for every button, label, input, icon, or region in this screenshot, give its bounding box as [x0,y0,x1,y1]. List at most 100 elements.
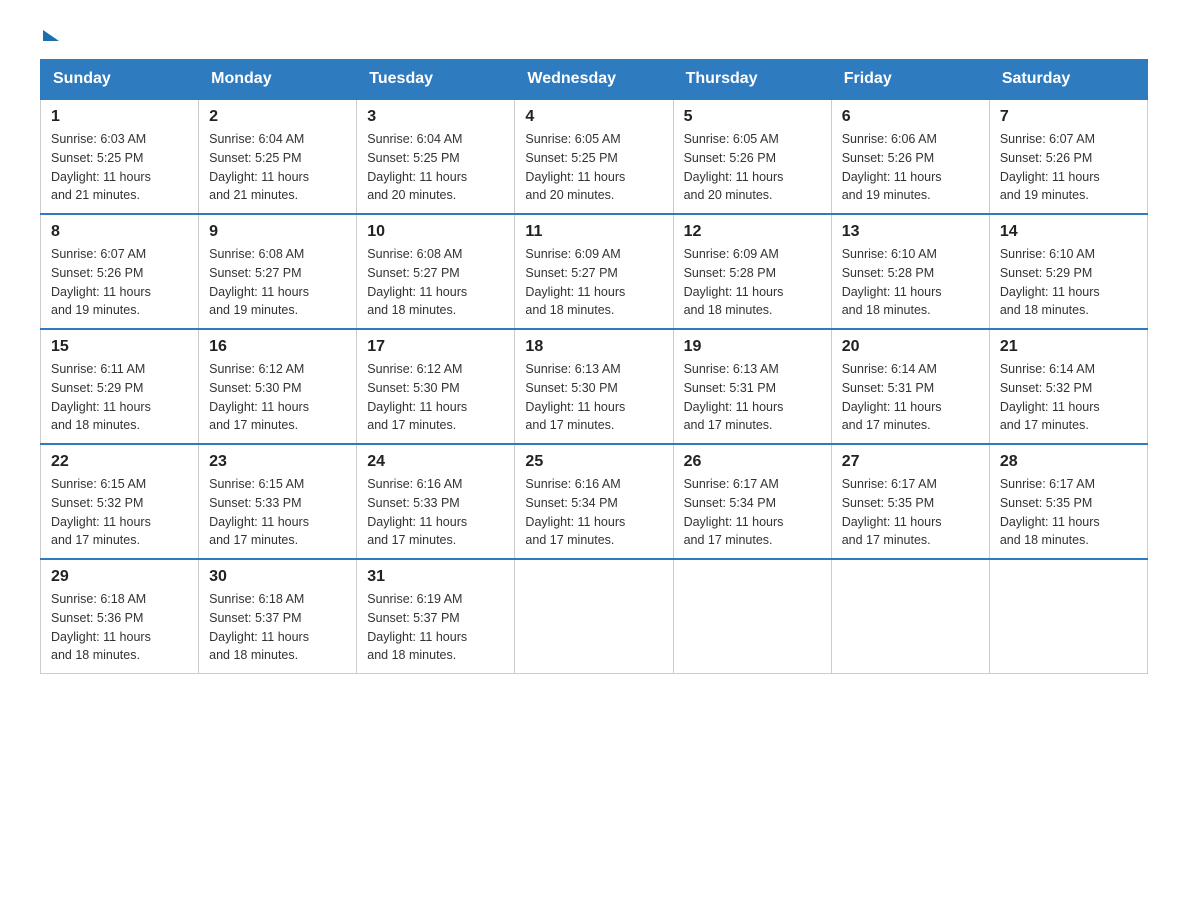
calendar-cell: 3Sunrise: 6:04 AMSunset: 5:25 PMDaylight… [357,99,515,214]
day-number: 2 [209,108,346,126]
day-info: Sunrise: 6:09 AMSunset: 5:28 PMDaylight:… [684,245,821,320]
calendar-cell: 15 Sunrise: 6:11 AMSunset: 5:29 PMDayligh… [41,329,199,444]
day-number: 7 [1000,108,1137,126]
day-info: Sunrise: 6:15 AMSunset: 5:33 PMDaylight:… [209,475,346,550]
day-number: 10 [367,223,504,241]
day-info: Sunrise: 6:17 AMSunset: 5:35 PMDaylight:… [842,475,979,550]
day-info: Sunrise: 6:06 AMSunset: 5:26 PMDaylight:… [842,130,979,205]
day-info: Sunrise: 6:17 AMSunset: 5:35 PMDaylight:… [1000,475,1137,550]
calendar-cell: 5Sunrise: 6:05 AMSunset: 5:26 PMDaylight… [673,99,831,214]
day-number: 16 [209,338,346,356]
day-info: Sunrise: 6:05 AMSunset: 5:26 PMDaylight:… [684,130,821,205]
week-row-5: 29 Sunrise: 6:18 AMSunset: 5:36 PMDayligh… [41,559,1148,674]
calendar-cell: 8Sunrise: 6:07 AMSunset: 5:26 PMDaylight… [41,214,199,329]
day-number: 9 [209,223,346,241]
day-number: 24 [367,453,504,471]
day-number: 3 [367,108,504,126]
day-number: 6 [842,108,979,126]
day-info: Sunrise: 6:19 AMSunset: 5:37 PMDaylight:… [367,590,504,665]
week-row-4: 22 Sunrise: 6:15 AMSunset: 5:32 PMDayligh… [41,444,1148,559]
calendar-cell: 23 Sunrise: 6:15 AMSunset: 5:33 PMDayligh… [199,444,357,559]
day-number: 20 [842,338,979,356]
day-number: 14 [1000,223,1137,241]
calendar-cell [673,559,831,674]
day-info: Sunrise: 6:05 AMSunset: 5:25 PMDaylight:… [525,130,662,205]
calendar-cell: 11 Sunrise: 6:09 AMSunset: 5:27 PMDayligh… [515,214,673,329]
day-number: 27 [842,453,979,471]
day-number: 23 [209,453,346,471]
day-number: 15 [51,338,188,356]
calendar-cell: 19 Sunrise: 6:13 AMSunset: 5:31 PMDayligh… [673,329,831,444]
calendar-cell: 21 Sunrise: 6:14 AMSunset: 5:32 PMDayligh… [989,329,1147,444]
day-info: Sunrise: 6:12 AMSunset: 5:30 PMDaylight:… [209,360,346,435]
day-number: 26 [684,453,821,471]
calendar-table: SundayMondayTuesdayWednesdayThursdayFrid… [40,59,1148,674]
day-info: Sunrise: 6:18 AMSunset: 5:36 PMDaylight:… [51,590,188,665]
calendar-cell: 14 Sunrise: 6:10 AMSunset: 5:29 PMDayligh… [989,214,1147,329]
column-header-wednesday: Wednesday [515,60,673,100]
day-info: Sunrise: 6:13 AMSunset: 5:30 PMDaylight:… [525,360,662,435]
day-number: 29 [51,568,188,586]
calendar-cell: 31 Sunrise: 6:19 AMSunset: 5:37 PMDayligh… [357,559,515,674]
day-number: 30 [209,568,346,586]
calendar-cell: 27 Sunrise: 6:17 AMSunset: 5:35 PMDayligh… [831,444,989,559]
logo [40,30,59,39]
day-number: 28 [1000,453,1137,471]
day-info: Sunrise: 6:10 AMSunset: 5:29 PMDaylight:… [1000,245,1137,320]
calendar-cell: 17Sunrise: 6:12 AMSunset: 5:30 PMDayligh… [357,329,515,444]
day-info: Sunrise: 6:16 AMSunset: 5:33 PMDaylight:… [367,475,504,550]
calendar-cell: 26 Sunrise: 6:17 AMSunset: 5:34 PMDayligh… [673,444,831,559]
calendar-cell: 30 Sunrise: 6:18 AMSunset: 5:37 PMDayligh… [199,559,357,674]
calendar-cell [831,559,989,674]
page-header [40,30,1148,39]
calendar-cell: 20Sunrise: 6:14 AMSunset: 5:31 PMDayligh… [831,329,989,444]
day-info: Sunrise: 6:08 AMSunset: 5:27 PMDaylight:… [209,245,346,320]
day-info: Sunrise: 6:11 AMSunset: 5:29 PMDaylight:… [51,360,188,435]
calendar-cell: 18 Sunrise: 6:13 AMSunset: 5:30 PMDayligh… [515,329,673,444]
calendar-cell: 16 Sunrise: 6:12 AMSunset: 5:30 PMDayligh… [199,329,357,444]
day-info: Sunrise: 6:14 AMSunset: 5:32 PMDaylight:… [1000,360,1137,435]
column-header-saturday: Saturday [989,60,1147,100]
day-number: 19 [684,338,821,356]
day-number: 25 [525,453,662,471]
day-number: 31 [367,568,504,586]
day-number: 17 [367,338,504,356]
calendar-cell: 12Sunrise: 6:09 AMSunset: 5:28 PMDayligh… [673,214,831,329]
day-info: Sunrise: 6:18 AMSunset: 5:37 PMDaylight:… [209,590,346,665]
column-header-tuesday: Tuesday [357,60,515,100]
day-info: Sunrise: 6:17 AMSunset: 5:34 PMDaylight:… [684,475,821,550]
calendar-cell [515,559,673,674]
week-row-1: 1 Sunrise: 6:03 AMSunset: 5:25 PMDaylight… [41,99,1148,214]
column-header-sunday: Sunday [41,60,199,100]
day-number: 22 [51,453,188,471]
calendar-cell: 9 Sunrise: 6:08 AMSunset: 5:27 PMDaylight… [199,214,357,329]
day-info: Sunrise: 6:08 AMSunset: 5:27 PMDaylight:… [367,245,504,320]
day-info: Sunrise: 6:04 AMSunset: 5:25 PMDaylight:… [209,130,346,205]
day-info: Sunrise: 6:03 AMSunset: 5:25 PMDaylight:… [51,130,188,205]
calendar-cell: 2 Sunrise: 6:04 AMSunset: 5:25 PMDaylight… [199,99,357,214]
day-number: 13 [842,223,979,241]
day-number: 21 [1000,338,1137,356]
day-number: 4 [525,108,662,126]
column-header-friday: Friday [831,60,989,100]
column-header-thursday: Thursday [673,60,831,100]
calendar-cell: 22 Sunrise: 6:15 AMSunset: 5:32 PMDayligh… [41,444,199,559]
day-number: 11 [525,223,662,241]
calendar-cell: 4 Sunrise: 6:05 AMSunset: 5:25 PMDaylight… [515,99,673,214]
calendar-cell: 6 Sunrise: 6:06 AMSunset: 5:26 PMDaylight… [831,99,989,214]
calendar-cell: 10 Sunrise: 6:08 AMSunset: 5:27 PMDayligh… [357,214,515,329]
week-row-3: 15 Sunrise: 6:11 AMSunset: 5:29 PMDayligh… [41,329,1148,444]
calendar-cell: 1 Sunrise: 6:03 AMSunset: 5:25 PMDaylight… [41,99,199,214]
calendar-cell [989,559,1147,674]
day-info: Sunrise: 6:16 AMSunset: 5:34 PMDaylight:… [525,475,662,550]
day-number: 1 [51,108,188,126]
day-info: Sunrise: 6:09 AMSunset: 5:27 PMDaylight:… [525,245,662,320]
day-info: Sunrise: 6:15 AMSunset: 5:32 PMDaylight:… [51,475,188,550]
day-info: Sunrise: 6:07 AMSunset: 5:26 PMDaylight:… [1000,130,1137,205]
calendar-cell: 28 Sunrise: 6:17 AMSunset: 5:35 PMDayligh… [989,444,1147,559]
day-info: Sunrise: 6:13 AMSunset: 5:31 PMDaylight:… [684,360,821,435]
calendar-cell: 25 Sunrise: 6:16 AMSunset: 5:34 PMDayligh… [515,444,673,559]
calendar-cell: 29 Sunrise: 6:18 AMSunset: 5:36 PMDayligh… [41,559,199,674]
day-number: 18 [525,338,662,356]
week-row-2: 8Sunrise: 6:07 AMSunset: 5:26 PMDaylight… [41,214,1148,329]
